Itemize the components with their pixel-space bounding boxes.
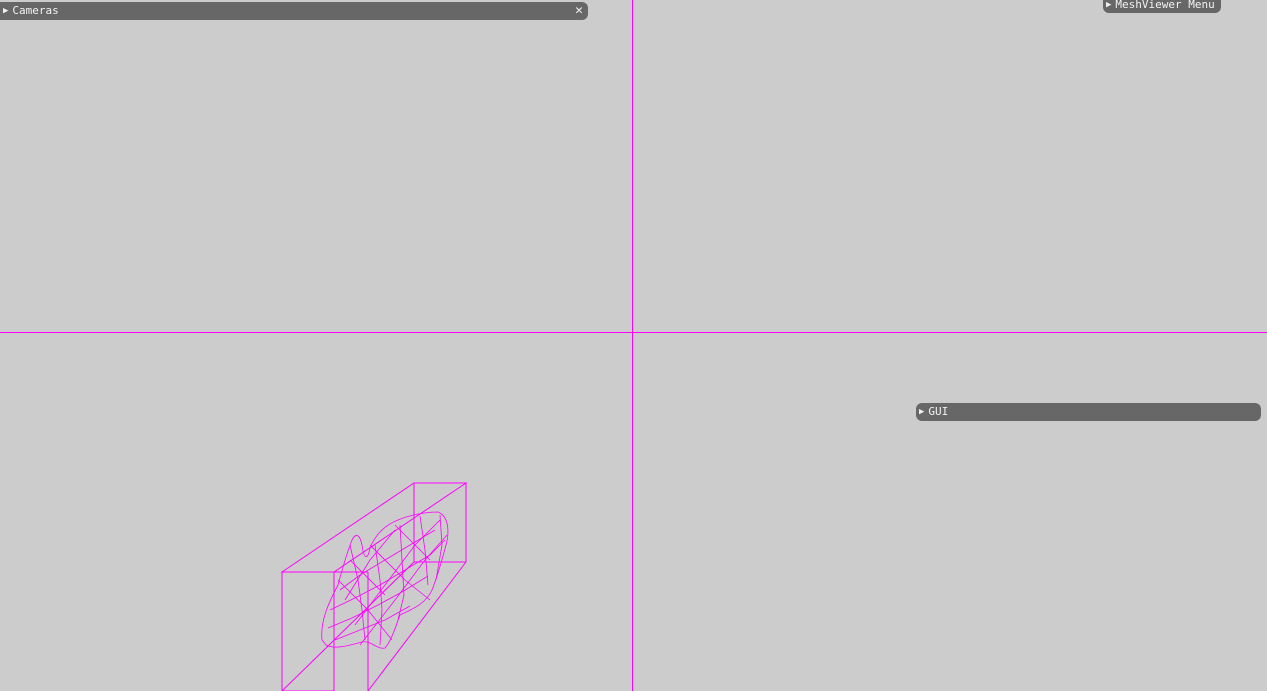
collapse-arrow-icon[interactable]: ▶	[1106, 0, 1111, 13]
cameras-panel-title: Cameras	[12, 4, 59, 17]
gui-panel[interactable]: ▶ GUI	[916, 403, 1261, 421]
bounding-box-wireframe	[280, 482, 468, 691]
cameras-panel[interactable]: ▶ Cameras ✕	[0, 2, 588, 20]
collapse-arrow-icon[interactable]: ▶	[919, 403, 924, 421]
close-icon[interactable]: ✕	[575, 2, 583, 20]
viewport-3d[interactable]	[0, 0, 1267, 691]
collapse-arrow-icon[interactable]: ▶	[3, 2, 8, 20]
gui-panel-title: GUI	[928, 405, 949, 418]
meshviewer-menu-panel[interactable]: ▶ MeshViewer Menu	[1103, 0, 1221, 13]
meshviewer-panel-title: MeshViewer Menu	[1115, 0, 1215, 11]
